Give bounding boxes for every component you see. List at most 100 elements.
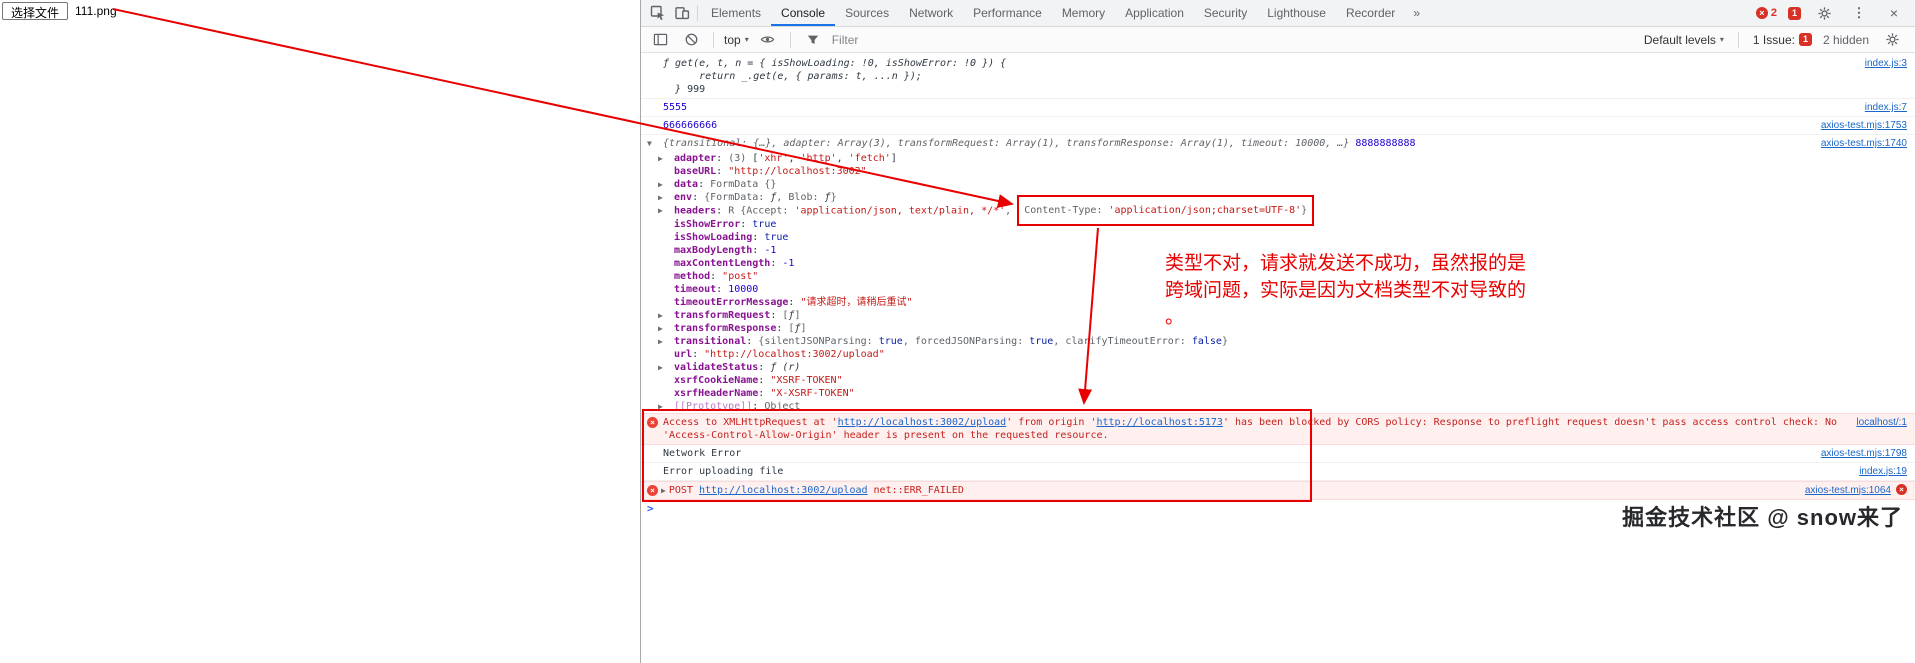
- error-circle-icon: ×: [1755, 7, 1768, 19]
- expand-arrow-icon[interactable]: ▶: [661, 485, 666, 496]
- live-expression-eye-icon[interactable]: [756, 32, 780, 47]
- expand-arrow-icon[interactable]: ▶: [658, 336, 663, 347]
- tab-memory[interactable]: Memory: [1052, 0, 1115, 26]
- tab-sources[interactable]: Sources: [835, 0, 899, 26]
- expand-arrow-icon[interactable]: ▶: [658, 323, 663, 334]
- row-content: transitional: {silentJSONParsing: true, …: [674, 335, 1228, 347]
- tab-application[interactable]: Application: [1115, 0, 1194, 26]
- close-devtools-icon[interactable]: ×: [1882, 5, 1906, 21]
- prop-isShowLoading[interactable]: isShowLoading: true: [641, 231, 1915, 244]
- tab-security[interactable]: Security: [1194, 0, 1257, 26]
- tab-recorder[interactable]: Recorder: [1336, 0, 1405, 26]
- tab-lighthouse[interactable]: Lighthouse: [1257, 0, 1336, 26]
- console-toolbar-right: Default levels ▾ 1 Issue: 1 2 hidden: [1644, 31, 1908, 48]
- expand-arrow-icon[interactable]: ▶: [658, 205, 663, 216]
- row-gutter: [658, 374, 671, 375]
- source-link[interactable]: axios-test.mjs:1064: [1805, 484, 1891, 497]
- context-selector[interactable]: top ▾: [724, 33, 749, 47]
- file-input-control[interactable]: 选择文件 111.png: [2, 2, 117, 20]
- tab-console[interactable]: Console: [771, 0, 835, 26]
- prop-xsrfCookieName[interactable]: xsrfCookieName: "XSRF-TOKEN": [641, 374, 1915, 387]
- filter-funnel-icon: [801, 33, 825, 47]
- row-gutter: [647, 57, 660, 58]
- prompt-chevron[interactable]: >: [647, 502, 654, 515]
- annotation-note-line: 跨域问题，实际是因为文档类型不对导致的: [1165, 280, 1527, 301]
- choose-file-button[interactable]: 选择文件: [2, 2, 69, 20]
- row-gutter: ▶: [658, 178, 671, 190]
- prop-data[interactable]: ▶ data: FormData {}: [641, 178, 1915, 191]
- console-toolbar: top ▾ Default levels ▾ 1 Issue: 1 2 hidd…: [641, 27, 1915, 53]
- prop-baseURL[interactable]: baseURL: "http://localhost:3002": [641, 165, 1915, 178]
- console-settings-gear-icon[interactable]: [1880, 32, 1904, 47]
- log-function[interactable]: ƒ get(e, t, n = { isShowLoading: !0, isS…: [641, 55, 1915, 99]
- source-link[interactable]: localhost/:1: [1856, 416, 1907, 429]
- log-config-object[interactable]: ▼ {transitional: {…}, adapter: Array(3), …: [641, 135, 1915, 152]
- row-gutter: [647, 101, 660, 102]
- prop-adapter[interactable]: ▶ adapter: (3) ['xhr', 'http', 'fetch']: [641, 152, 1915, 165]
- console-sidebar-icon[interactable]: [648, 32, 672, 47]
- prop-transitional[interactable]: ▶ transitional: {silentJSONParsing: true,…: [641, 335, 1915, 348]
- source-link[interactable]: index.js:19: [1859, 465, 1907, 478]
- expand-arrow-icon[interactable]: ▶: [658, 401, 663, 412]
- row-gutter: [658, 165, 671, 166]
- tab-network[interactable]: Network: [899, 0, 963, 26]
- row-content: POST http://localhost:3002/upload net::E…: [668, 484, 964, 496]
- log-levels-selector[interactable]: Default levels ▾: [1644, 33, 1724, 47]
- hidden-messages-label[interactable]: 2 hidden: [1823, 33, 1869, 47]
- clear-console-icon[interactable]: [679, 32, 703, 47]
- prop-url[interactable]: url: "http://localhost:3002/upload": [641, 348, 1915, 361]
- log-network-error[interactable]: Network Error axios-test.mjs:1798: [641, 445, 1915, 463]
- console-error-count-badge[interactable]: × 2: [1755, 7, 1777, 19]
- watermark: 掘金技术社区 @ snow来了: [1622, 505, 1903, 530]
- source-link[interactable]: axios-test.mjs:1740: [1821, 137, 1907, 150]
- error-post-failed[interactable]: × ▶ POST http://localhost:3002/upload net:…: [641, 480, 1915, 500]
- source-link[interactable]: index.js:3: [1865, 57, 1907, 70]
- more-tabs-chevron[interactable]: »: [1405, 0, 1428, 26]
- error-cors[interactable]: × Access to XMLHttpRequest at 'http://loc…: [641, 412, 1915, 445]
- expand-arrow-icon[interactable]: ▶: [658, 192, 663, 203]
- inspect-element-icon[interactable]: [646, 0, 670, 26]
- settings-gear-icon[interactable]: [1812, 6, 1836, 21]
- toolbar-divider: [789, 31, 791, 48]
- issues-count-badge[interactable]: 1: [1788, 6, 1801, 20]
- log-5555[interactable]: 5555 index.js:7: [641, 99, 1915, 117]
- prop-validateStatus[interactable]: ▶ validateStatus: ƒ (r): [641, 361, 1915, 374]
- devtools-panel: Elements Console Sources Network Performance…: [640, 0, 1915, 663]
- row-gutter: ▶: [658, 191, 671, 203]
- expand-arrow-icon[interactable]: ▶: [658, 179, 663, 190]
- row-content: validateStatus: ƒ (r): [674, 361, 801, 373]
- log-666666666[interactable]: 666666666 axios-test.mjs:1753: [641, 117, 1915, 135]
- content-type-annotation-box: Content-Type: 'application/json;charset=…: [1017, 195, 1315, 226]
- expand-arrow-icon[interactable]: ▶: [658, 310, 663, 321]
- prop-prototype[interactable]: ▶ [[Prototype]]: Object: [641, 400, 1915, 413]
- row-content: {transitional: {…}, adapter: Array(3), t…: [663, 138, 1416, 149]
- row-content: xsrfHeaderName: "X-XSRF-TOKEN": [674, 387, 855, 399]
- row-content: adapter: (3) ['xhr', 'http', 'fetch']: [674, 153, 897, 164]
- issue-badge: 1: [1798, 33, 1812, 46]
- issues-button[interactable]: 1 Issue: 1: [1753, 33, 1812, 47]
- prop-xsrfHeaderName[interactable]: xsrfHeaderName: "X-XSRF-TOKEN": [641, 387, 1915, 400]
- toolbar-divider: [1737, 31, 1739, 48]
- row-gutter: [647, 119, 660, 120]
- expand-arrow-icon[interactable]: ▶: [658, 153, 663, 164]
- source-link[interactable]: axios-test.mjs:1798: [1821, 447, 1907, 460]
- row-gutter: [658, 348, 671, 349]
- expand-arrow-icon[interactable]: ▶: [658, 362, 663, 373]
- error-badge-icon: ×: [1896, 483, 1907, 495]
- source-link[interactable]: index.js:7: [1865, 101, 1907, 114]
- error-icon: ×: [647, 484, 658, 496]
- more-options-icon[interactable]: ⋮: [1847, 5, 1871, 21]
- device-toolbar-icon[interactable]: [670, 0, 694, 26]
- chevron-down-icon: ▾: [744, 35, 749, 44]
- tab-elements[interactable]: Elements: [701, 0, 771, 26]
- expand-arrow-icon[interactable]: ▼: [647, 138, 652, 149]
- prop-headers[interactable]: ▶ headers: R {Accept: 'application/json, …: [641, 195, 1915, 226]
- tab-performance[interactable]: Performance: [963, 0, 1052, 26]
- row-gutter: ▼: [647, 137, 660, 149]
- filter-input[interactable]: [831, 32, 1637, 47]
- row-content: isShowLoading: true: [674, 231, 789, 243]
- row-gutter: ▶: [658, 309, 671, 321]
- source-link[interactable]: axios-test.mjs:1753: [1821, 119, 1907, 132]
- log-error-uploading-file[interactable]: Error uploading file index.js:19: [641, 463, 1915, 481]
- row-content: data: FormData {}: [674, 179, 777, 190]
